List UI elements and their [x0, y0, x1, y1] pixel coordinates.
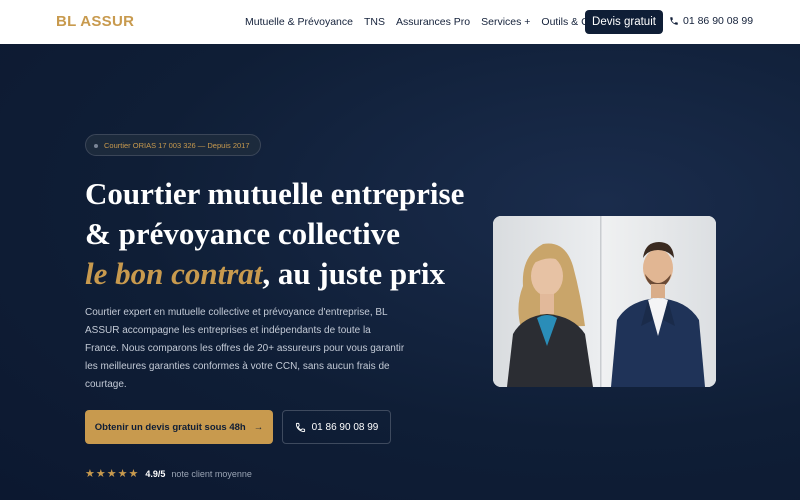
- nav-services[interactable]: Services +: [481, 16, 530, 28]
- header-phone-link[interactable]: 01 86 90 08 99: [669, 15, 753, 27]
- site-header: BL ASSUR Mutuelle & Prévoyance TNS Assur…: [0, 0, 800, 44]
- rating-label: note client moyenne: [171, 468, 252, 479]
- orias-badge: Courtier ORIAS 17 003 326 — Depuis 2017: [85, 134, 261, 156]
- main-nav: Mutuelle & Prévoyance TNS Assurances Pro…: [245, 0, 632, 44]
- logo[interactable]: BL ASSUR: [56, 13, 134, 30]
- badge-text: Courtier ORIAS 17 003 326 — Depuis 2017: [104, 140, 250, 150]
- header-phone-text: 01 86 90 08 99: [683, 15, 754, 27]
- call-phone-button[interactable]: 01 86 90 08 99: [282, 410, 391, 444]
- rating-score: 4.9/5: [145, 468, 166, 479]
- get-quote-label: Obtenir un devis gratuit sous 48h: [94, 421, 246, 433]
- nav-tns[interactable]: TNS: [364, 16, 385, 28]
- rating-row: ★★★★★ 4.9/5 note client moyenne: [85, 467, 252, 480]
- hero-headline: Courtier mutuelle entreprise & prévoyanc…: [85, 174, 485, 294]
- arrow-right-icon: →: [253, 421, 264, 433]
- devis-gratuit-button[interactable]: Devis gratuit: [585, 10, 663, 34]
- phone-icon: [670, 17, 678, 25]
- phone-icon: [295, 422, 305, 432]
- headline-line-2: & prévoyance collective: [85, 216, 401, 251]
- headline-rest: , au juste prix: [262, 256, 445, 291]
- hero-description: Courtier expert en mutuelle collective e…: [85, 307, 405, 390]
- headline-line-1: Courtier mutuelle entreprise: [85, 176, 465, 211]
- nav-mutuelle-prevoyance[interactable]: Mutuelle & Prévoyance: [245, 16, 353, 28]
- get-quote-button[interactable]: Obtenir un devis gratuit sous 48h →: [85, 410, 273, 444]
- badge-dot-icon: [94, 144, 98, 148]
- star-icon: ★★★★★: [85, 468, 140, 480]
- headline-highlight: le bon contrat: [85, 256, 263, 291]
- nav-assurances-pro[interactable]: Assurances Pro: [396, 16, 470, 28]
- team-photo: [493, 216, 716, 387]
- call-phone-label: 01 86 90 08 99: [311, 421, 379, 433]
